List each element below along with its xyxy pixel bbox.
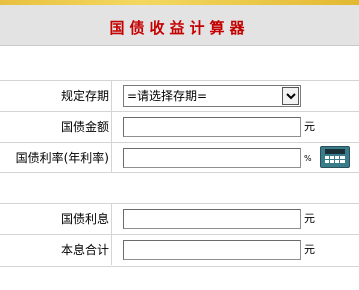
form-row-interest: 国债利息 元 bbox=[0, 203, 359, 234]
interest-unit: 元 bbox=[304, 212, 315, 225]
total-unit: 元 bbox=[304, 243, 315, 256]
period-label: 规定存期 bbox=[0, 81, 112, 111]
page-title: 国债收益计算器 bbox=[109, 19, 250, 37]
amount-label: 国债金额 bbox=[0, 112, 112, 142]
form-row-amount: 国债金额 元 bbox=[0, 111, 359, 142]
form-row-total: 本息合计 元 bbox=[0, 234, 359, 265]
calculator-icon[interactable] bbox=[320, 146, 350, 168]
chevron-down-icon bbox=[286, 93, 296, 100]
divider bbox=[0, 172, 359, 173]
form-row-rate: 国债利率(年利率) % bbox=[0, 142, 359, 173]
interest-label: 国债利息 bbox=[0, 204, 112, 234]
rate-unit: % bbox=[304, 154, 312, 163]
period-select[interactable]: =请选择存期= bbox=[123, 85, 301, 107]
table-bottom-border bbox=[0, 266, 359, 267]
amount-input[interactable] bbox=[123, 117, 301, 137]
amount-unit: 元 bbox=[304, 120, 315, 133]
total-output[interactable] bbox=[123, 240, 301, 260]
rate-label: 国债利率(年利率) bbox=[0, 143, 112, 173]
dropdown-button[interactable] bbox=[282, 87, 299, 105]
rate-input[interactable] bbox=[123, 148, 301, 168]
interest-output[interactable] bbox=[123, 209, 301, 229]
form-row-period: 规定存期 =请选择存期= bbox=[0, 80, 359, 111]
total-label: 本息合计 bbox=[0, 235, 112, 265]
period-select-value: =请选择存期= bbox=[127, 89, 208, 103]
calculator-header: 国债收益计算器 bbox=[0, 5, 359, 46]
